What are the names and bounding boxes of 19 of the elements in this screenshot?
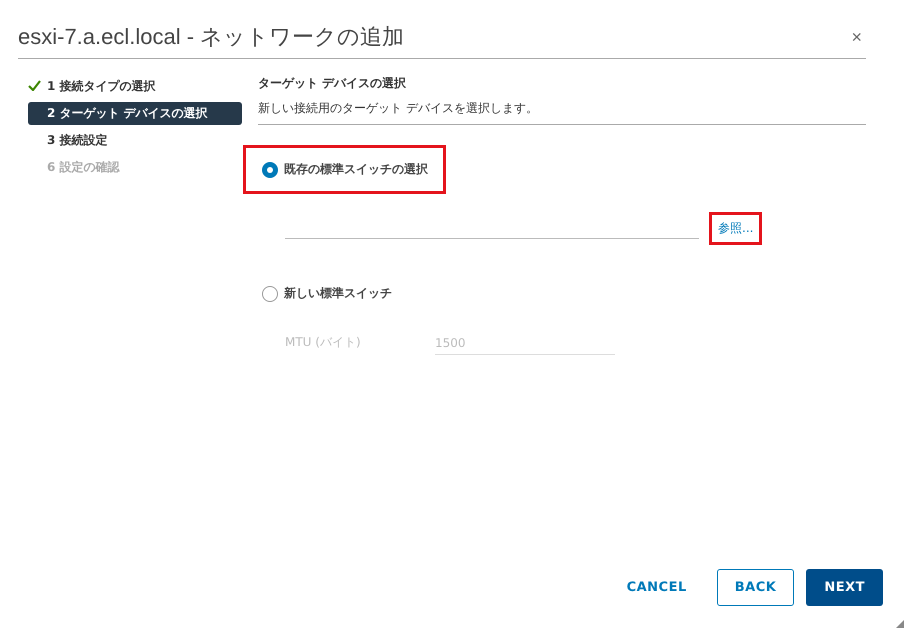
dialog-button[interactable]: NEXT [806, 569, 883, 606]
radio-option[interactable]: 既存の標準スイッチの選択 [243, 145, 446, 194]
section-description: 新しい接続用のターゲット デバイスを選択します。 [258, 100, 866, 125]
section-heading: ターゲット デバイスの選択 [258, 75, 408, 92]
wizard-step[interactable]: 3 接続設定 [28, 129, 242, 152]
browse-link[interactable]: 参照... [709, 212, 762, 245]
close-button[interactable]: × [847, 26, 866, 48]
radio-button[interactable] [262, 286, 278, 302]
wizard-step[interactable]: 2 ターゲット デバイスの選択 [28, 102, 242, 125]
window-title: esxi-7.a.ecl.local - ネットワークの追加 [18, 23, 404, 51]
radio-label: 新しい標準スイッチ [284, 285, 392, 302]
dialog-button[interactable]: CANCEL [608, 569, 705, 606]
resize-grip-icon[interactable] [896, 620, 904, 628]
mtu-label: MTU (バイト) [285, 334, 362, 351]
radio-label: 既存の標準スイッチの選択 [284, 161, 428, 178]
radio-option[interactable]: 新しい標準スイッチ [243, 269, 410, 318]
dialog-button[interactable]: BACK [716, 569, 794, 606]
wizard-step[interactable]: 1 接続タイプの選択 [28, 75, 242, 98]
radio-button[interactable] [262, 162, 278, 178]
